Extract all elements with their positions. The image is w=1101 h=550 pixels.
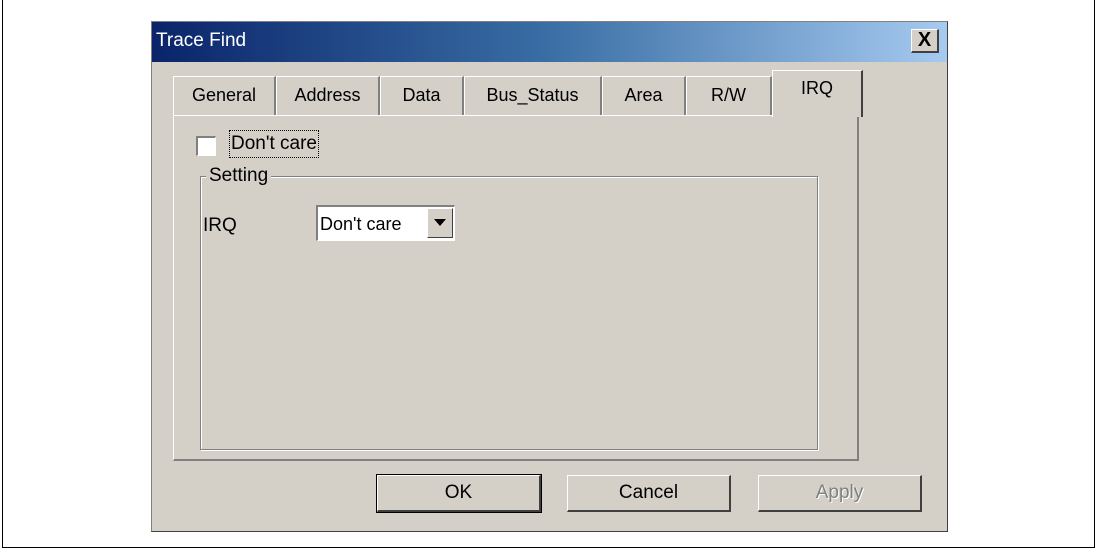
- apply-button[interactable]: Apply: [758, 475, 922, 512]
- irq-select[interactable]: Don't care: [316, 205, 455, 241]
- close-button[interactable]: X: [911, 29, 939, 53]
- tab-data[interactable]: Data: [380, 76, 464, 116]
- window-title: Trace Find: [156, 30, 247, 51]
- ok-button[interactable]: OK: [376, 474, 542, 513]
- chevron-down-icon[interactable]: [427, 208, 453, 238]
- irq-label: IRQ: [203, 215, 237, 236]
- dont-care-checkbox[interactable]: [196, 136, 216, 156]
- setting-group-label: Setting: [206, 164, 272, 188]
- tab-general[interactable]: General: [173, 76, 276, 116]
- tab-area[interactable]: Area: [602, 76, 686, 116]
- dont-care-label[interactable]: Don't care: [228, 130, 320, 158]
- setting-groupbox: [200, 176, 818, 450]
- title-bar[interactable]: Trace Find X: [152, 22, 947, 62]
- tab-rw[interactable]: R/W: [686, 76, 772, 116]
- close-icon: X: [917, 29, 932, 51]
- tab-bus-status[interactable]: Bus_Status: [464, 76, 602, 116]
- tab-irq[interactable]: IRQ: [772, 70, 863, 117]
- cancel-button[interactable]: Cancel: [567, 475, 731, 512]
- tab-address[interactable]: Address: [276, 76, 380, 116]
- irq-select-value: Don't care: [320, 214, 402, 234]
